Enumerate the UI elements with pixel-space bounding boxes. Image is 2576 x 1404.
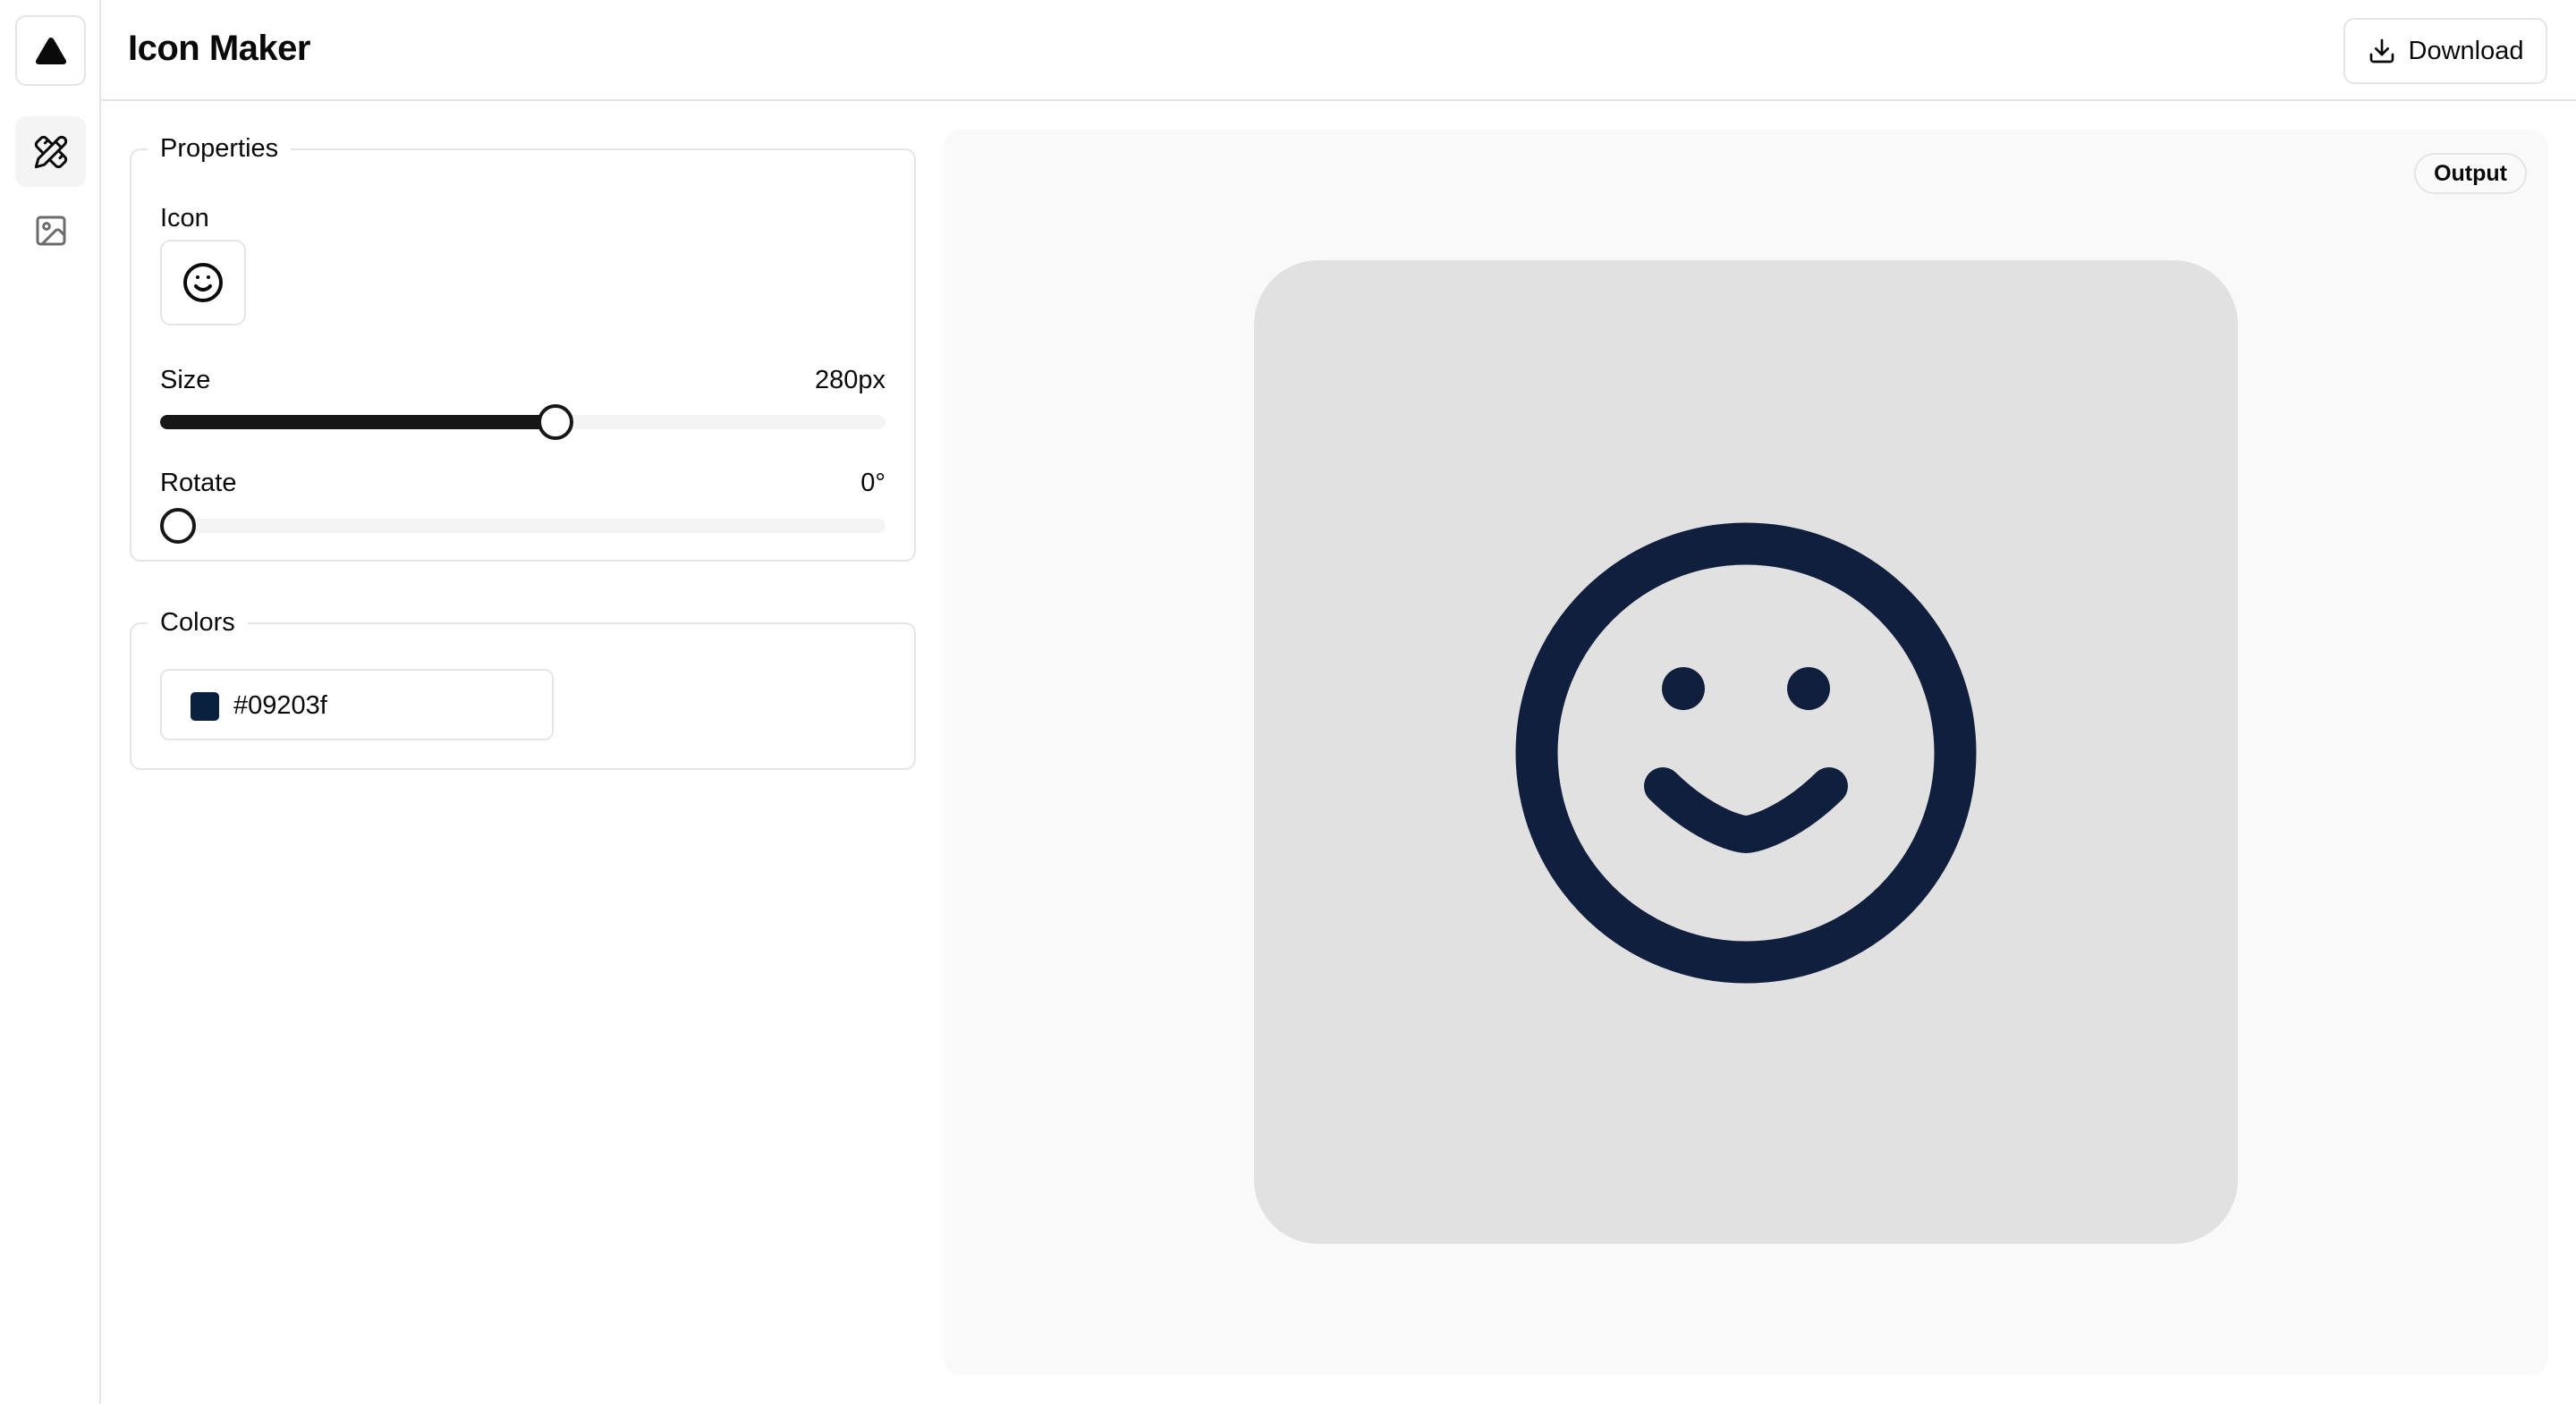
smile-icon bbox=[1515, 522, 1977, 984]
size-slider[interactable] bbox=[160, 404, 886, 440]
properties-group: Properties Icon Size 280px Rotate 0° bbox=[130, 132, 916, 562]
download-icon bbox=[2369, 38, 2394, 63]
icon-label: Icon bbox=[160, 204, 209, 233]
smile-icon bbox=[183, 263, 223, 302]
sidebar-item-design[interactable] bbox=[15, 116, 86, 187]
image-icon bbox=[36, 216, 65, 245]
colors-legend: Colors bbox=[148, 606, 248, 639]
size-slider-thumb[interactable] bbox=[537, 404, 573, 440]
rotate-slider[interactable] bbox=[160, 508, 886, 544]
output-panel: Output bbox=[944, 130, 2548, 1375]
app-logo-button[interactable] bbox=[15, 15, 86, 86]
output-badge: Output bbox=[2414, 153, 2527, 194]
size-value: 280px bbox=[814, 366, 886, 394]
output-canvas bbox=[1254, 260, 2238, 1244]
download-label: Download bbox=[2408, 36, 2524, 65]
colors-group: Colors #09203f bbox=[130, 606, 916, 770]
download-button[interactable]: Download bbox=[2343, 18, 2547, 84]
color-swatch[interactable] bbox=[191, 692, 219, 721]
page-title: Icon Maker bbox=[128, 29, 310, 68]
triangle-logo-icon bbox=[35, 37, 66, 64]
size-slider-fill bbox=[160, 415, 555, 429]
rotate-label: Rotate bbox=[160, 469, 237, 497]
rotate-slider-thumb[interactable] bbox=[160, 508, 196, 544]
pencil-ruler-icon bbox=[34, 135, 67, 168]
size-label: Size bbox=[160, 366, 211, 394]
color-value: #09203f bbox=[233, 691, 327, 720]
sidebar-item-image[interactable] bbox=[15, 195, 86, 266]
properties-legend: Properties bbox=[148, 132, 292, 165]
color-input[interactable]: #09203f bbox=[160, 669, 554, 740]
sidebar bbox=[0, 0, 101, 1404]
header: Icon Maker Download bbox=[101, 0, 2576, 101]
icon-picker-button[interactable] bbox=[160, 240, 246, 326]
rotate-value: 0° bbox=[860, 469, 886, 497]
